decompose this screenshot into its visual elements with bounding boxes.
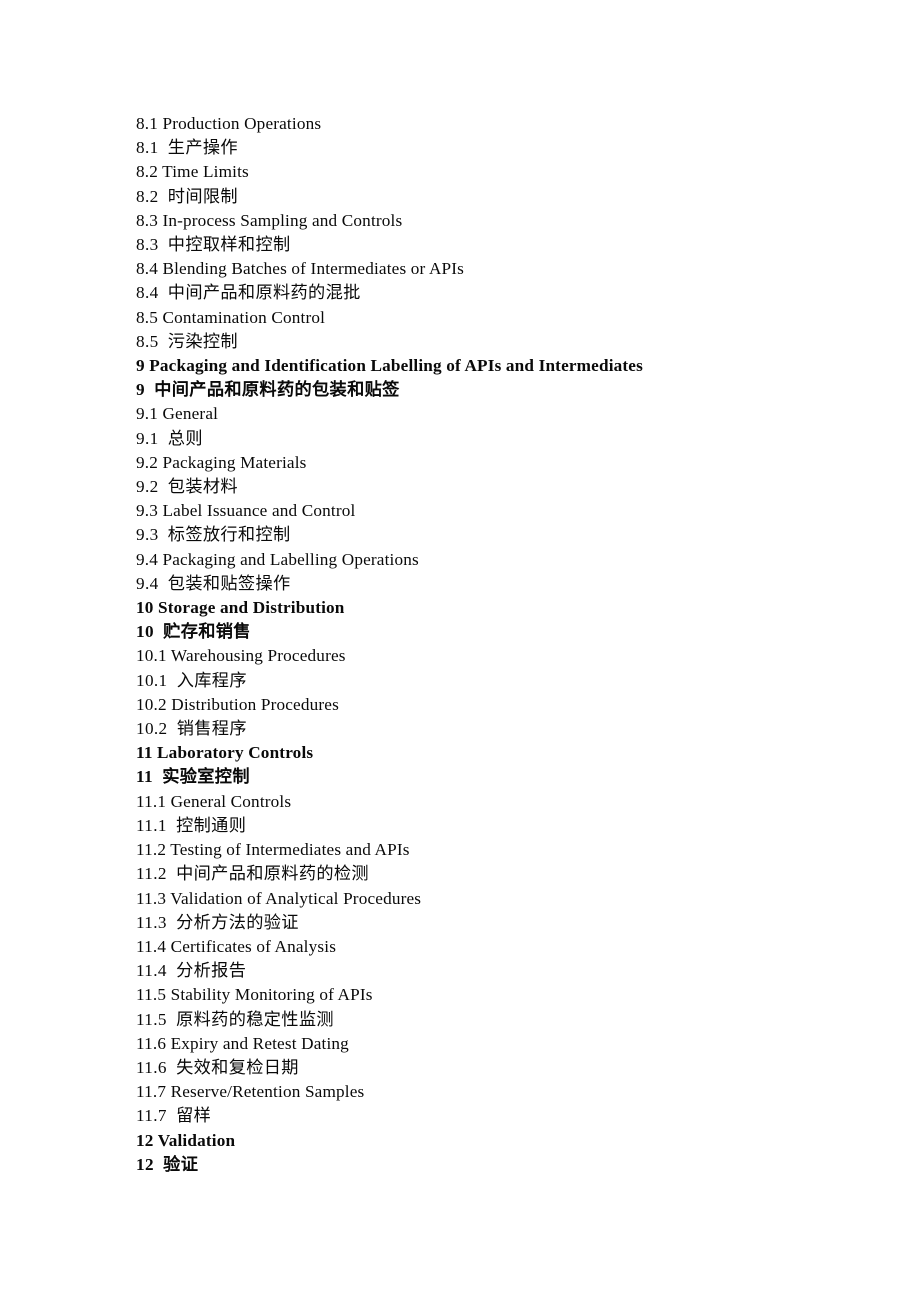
toc-heading: 9 中间产品和原料药的包装和贴签 <box>136 380 400 400</box>
toc-entry: 11.2 Testing of Intermediates and APIs <box>136 840 410 860</box>
toc-entry: 11.4 Certificates of Analysis <box>136 936 337 956</box>
toc-entry: 9.4 Packaging and Labelling Operations <box>136 549 419 569</box>
toc-entry: 8.2 Time Limits <box>136 162 249 182</box>
toc-entry: 11.5 Stability Monitoring of APIs <box>136 985 373 1005</box>
toc-entry: 10.1 入库程序 <box>136 670 247 690</box>
document-page: 8.1 Production Operations 8.1 生产操作 8.2 Tim… <box>0 0 920 1302</box>
toc-heading: 11 Laboratory Controls <box>136 743 314 763</box>
toc-entry: 8.4 中间产品和原料药的混批 <box>136 283 361 303</box>
toc-entry: 11.4 分析报告 <box>136 961 247 981</box>
toc-entry: 8.3 In-process Sampling and Controls <box>136 210 403 230</box>
toc-entry: 11.2 中间产品和原料药的检测 <box>136 864 369 884</box>
toc-entry: 9.3 Label Issuance and Control <box>136 501 356 521</box>
toc-entry: 10.2 Distribution Procedures <box>136 694 339 714</box>
toc-entry: 11.7 留样 <box>136 1106 212 1126</box>
toc-heading: 12 Validation <box>136 1130 236 1150</box>
toc-entry: 8.3 中控取样和控制 <box>136 235 291 255</box>
toc-entry: 10.2 销售程序 <box>136 719 247 739</box>
toc-heading: 12 验证 <box>136 1154 199 1174</box>
toc-entry: 8.1 生产操作 <box>136 138 238 158</box>
toc-entry: 9.3 标签放行和控制 <box>136 525 291 545</box>
toc-entry: 9.2 包装材料 <box>136 477 238 497</box>
toc-entry: 11.6 失效和复检日期 <box>136 1057 299 1077</box>
toc-entry: 11.1 控制通则 <box>136 815 247 835</box>
toc-heading: 11 实验室控制 <box>136 767 250 787</box>
toc-entry: 8.1 Production Operations <box>136 114 322 133</box>
toc-entry: 9.1 General <box>136 404 219 424</box>
toc-entry: 9.4 包装和贴签操作 <box>136 573 291 593</box>
toc-entry: 11.3 分析方法的验证 <box>136 912 299 932</box>
table-of-contents: 8.1 Production Operations 8.1 生产操作 8.2 Tim… <box>136 112 836 1177</box>
toc-entry: 11.1 General Controls <box>136 791 292 811</box>
toc-entry: 8.5 Contamination Control <box>136 307 326 327</box>
toc-entry: 8.2 时间限制 <box>136 186 238 206</box>
toc-heading: 10 Storage and Distribution <box>136 598 345 618</box>
toc-heading: 10 贮存和销售 <box>136 622 251 642</box>
toc-entry: 10.1 Warehousing Procedures <box>136 646 346 666</box>
toc-entry: 9.2 Packaging Materials <box>136 452 307 472</box>
toc-entry: 11.6 Expiry and Retest Dating <box>136 1033 349 1053</box>
toc-entry: 11.7 Reserve/Retention Samples <box>136 1082 365 1102</box>
toc-entry: 8.5 污染控制 <box>136 331 238 351</box>
toc-entry: 11.5 原料药的稳定性监测 <box>136 1009 334 1029</box>
toc-entry: 8.4 Blending Batches of Intermediates or… <box>136 259 465 279</box>
toc-entry: 9.1 总则 <box>136 428 203 448</box>
toc-heading: 9 Packaging and Identification Labelling… <box>136 356 643 376</box>
toc-entry: 11.3 Validation of Analytical Procedures <box>136 888 422 908</box>
